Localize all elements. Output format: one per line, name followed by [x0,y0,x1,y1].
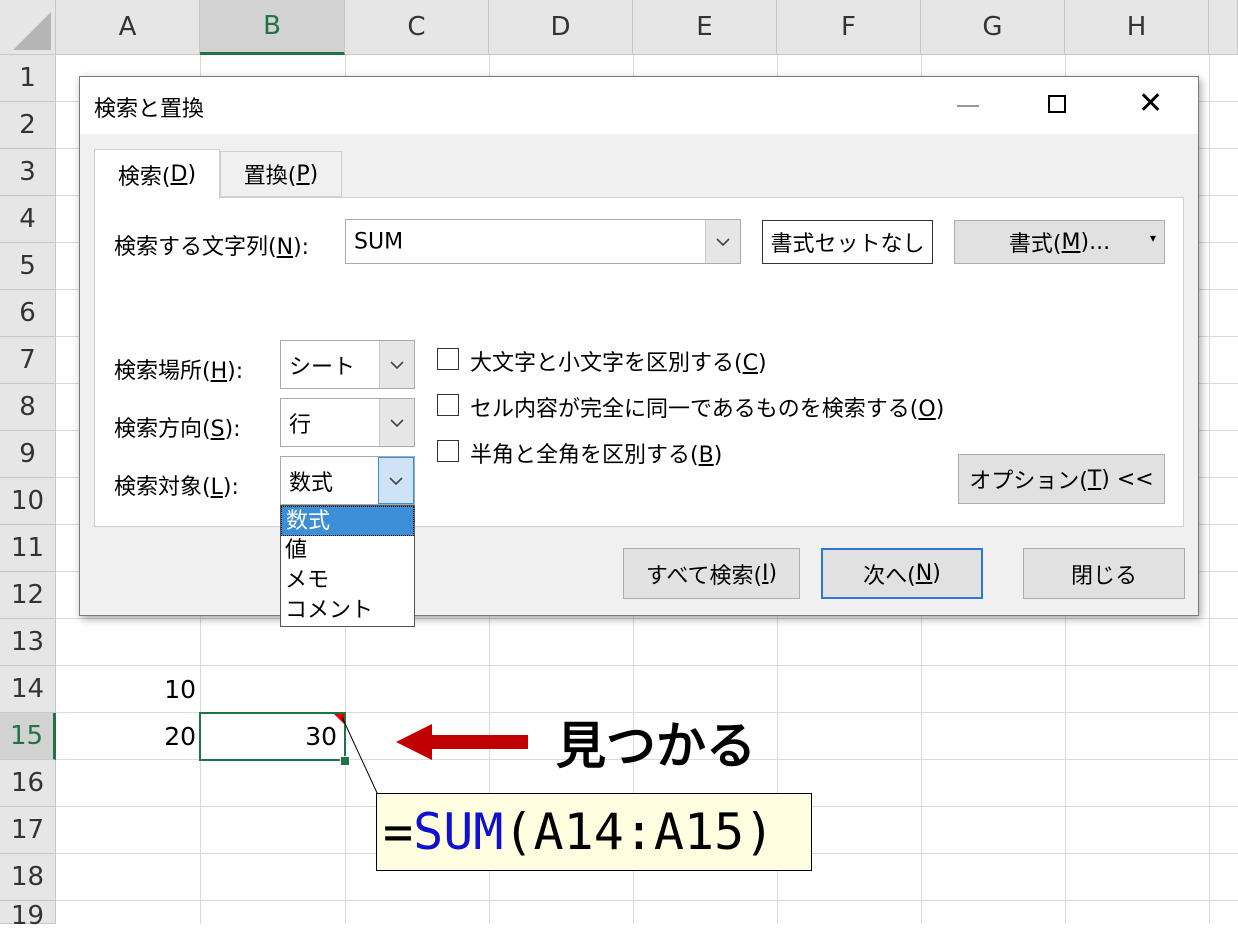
column-header-b[interactable]: B [200,0,345,55]
close-icon[interactable]: ✕ [1138,89,1163,119]
list-item[interactable]: メモ [281,566,414,596]
no-format-set-button[interactable]: 書式セットなし [762,220,933,264]
row-header-15[interactable]: 15 [0,713,56,760]
search-direction-label: 検索方向(S): [114,417,241,442]
search-direction-value: 行 [289,412,312,438]
select-all-triangle-icon [13,12,51,50]
column-header-a[interactable]: A [56,0,200,55]
formula-args: (A14:A15) [503,803,775,861]
row-header-2[interactable]: 2 [0,102,56,149]
close-button[interactable]: 閉じる [1023,548,1185,599]
chevron-down-icon[interactable] [379,399,414,446]
look-in-dropdown-list[interactable]: 数式 値 メモ コメント [280,505,415,627]
gridline [56,665,1238,666]
column-header-h[interactable]: H [1065,0,1209,55]
find-what-label: 検索する文字列(N): [114,235,310,260]
row-header-10[interactable]: 10 [0,478,56,525]
match-byte-label[interactable]: 半角と全角を区別する(B) [470,437,722,469]
column-header-f[interactable]: F [777,0,921,55]
red-arrow-left-icon [396,724,528,760]
match-entire-cell-checkbox[interactable] [437,394,459,416]
cell-a14[interactable]: 10 [56,666,200,712]
find-what-value: SUM [354,229,404,254]
match-byte-checkbox[interactable] [437,440,459,462]
column-header-g[interactable]: G [921,0,1065,55]
column-header-c[interactable]: C [345,0,489,55]
dialog-title: 検索と置換 [94,97,205,122]
dropdown-arrow-icon: ▾ [1149,231,1156,245]
formula-prefix: = [383,803,414,861]
formula-comment-box: = SUM (A14:A15) [376,793,812,871]
row-header-1[interactable]: 1 [0,55,56,102]
gridline [56,900,1238,901]
look-in-label: 検索対象(L): [114,475,239,500]
chevron-down-icon[interactable] [379,341,414,388]
fill-handle[interactable] [340,756,350,766]
row-header-9[interactable]: 9 [0,431,56,478]
look-in-select[interactable]: 数式 [280,456,415,505]
row-header-13[interactable]: 13 [0,619,56,666]
maximize-icon[interactable] [1048,95,1066,113]
row-header-11[interactable]: 11 [0,525,56,572]
formula-function: SUM [413,803,504,861]
row-header-5[interactable]: 5 [0,243,56,290]
column-header-d[interactable]: D [489,0,633,55]
chevron-down-icon[interactable] [705,220,740,263]
chevron-down-icon[interactable] [378,457,414,504]
minimize-icon[interactable] [957,105,979,107]
list-item[interactable]: 数式 [281,506,414,536]
match-case-label[interactable]: 大文字と小文字を区別する(C) [470,345,767,377]
row-header-8[interactable]: 8 [0,384,56,431]
dialog-titlebar[interactable]: 検索と置換 ✕ [80,77,1198,134]
found-label: 見つかる [556,717,756,775]
row-header-3[interactable]: 3 [0,149,56,196]
gridline [1209,55,1210,924]
find-next-button[interactable]: 次へ(N) [821,548,983,599]
active-cell-border [199,712,346,761]
list-item[interactable]: 値 [281,536,414,566]
find-replace-dialog: 検索と置換 ✕ 検索(D) 置換(P) 検索する文字列(N): SUM 書式セッ… [79,76,1199,627]
row-header-6[interactable]: 6 [0,290,56,337]
row-header-4[interactable]: 4 [0,196,56,243]
row-header-14[interactable]: 14 [0,666,56,713]
list-item[interactable]: コメント [281,596,414,626]
find-what-input[interactable]: SUM [345,219,741,264]
row-header-16[interactable]: 16 [0,760,56,807]
look-in-value: 数式 [289,470,334,496]
options-button[interactable]: オプション(T) << [958,454,1165,504]
row-header-18[interactable]: 18 [0,854,56,901]
find-all-button[interactable]: すべて検索(I) [623,548,800,599]
match-entire-cell-label[interactable]: セル内容が完全に同一であるものを検索する(O) [470,391,944,423]
column-header-e[interactable]: E [633,0,777,55]
column-header-partial[interactable] [1209,0,1238,55]
gridline [56,618,1238,619]
row-header-17[interactable]: 17 [0,807,56,854]
search-direction-select[interactable]: 行 [280,398,415,447]
tab-replace[interactable]: 置換(P) [220,151,342,197]
select-all-corner[interactable] [0,0,56,55]
comment-indicator-icon [334,714,344,724]
match-case-checkbox[interactable] [437,348,459,370]
within-value: シート [289,354,356,380]
format-button[interactable]: 書式(M)... ▾ [954,220,1165,264]
row-header-12[interactable]: 12 [0,572,56,619]
within-select[interactable]: シート [280,340,415,389]
tab-find[interactable]: 検索(D) [94,149,220,199]
row-header-19[interactable]: 19 [0,901,56,931]
within-label: 検索場所(H): [114,359,244,384]
cell-a15[interactable]: 20 [56,713,200,759]
row-header-7[interactable]: 7 [0,337,56,384]
